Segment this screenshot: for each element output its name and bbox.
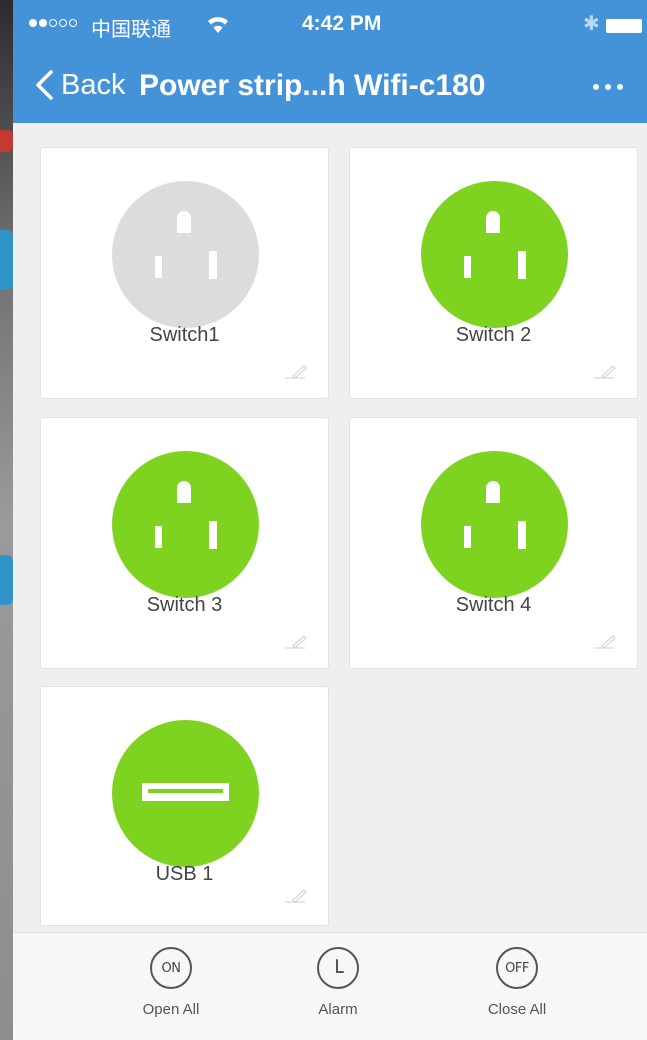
more-dot-icon [593,84,599,90]
status-time: 4:42 PM [302,12,382,35]
more-options-button[interactable] [593,84,623,90]
background-app-edge [0,0,13,1040]
background-edge-mark [0,555,13,605]
bottom-toolbar: ON Open All Alarm OFF Close All [13,932,647,1040]
open-all-button[interactable]: ON Open All [116,947,226,1018]
status-bar: 中国联通 4:42 PM ✱ [13,0,647,52]
edit-pencil-icon[interactable] [283,633,309,651]
back-label: Back [61,68,126,101]
power-outlet-icon[interactable] [421,451,568,598]
power-outlet-icon[interactable] [112,181,259,328]
navigation-bar: Back Power strip...h Wifi-c180 [13,52,647,123]
edit-pencil-icon[interactable] [283,363,309,381]
open-all-label: Open All [142,1001,200,1018]
page-title: Power strip...h Wifi-c180 [139,69,486,102]
carrier-name: 中国联通 [91,19,171,41]
app-screen: 中国联通 4:42 PM ✱ Back Power strip...h Wifi… [13,0,647,1040]
power-outlet-icon[interactable] [421,181,568,328]
alarm-button[interactable]: Alarm [283,947,393,1018]
chevron-left-icon [36,70,53,100]
off-icon: OFF [496,947,538,989]
close-all-label: Close All [487,1001,547,1018]
switch-card-1[interactable]: Switch1 [40,147,329,399]
switch-label: Switch 2 [455,324,532,346]
clock-icon [317,947,359,989]
background-edge-mark [0,230,13,290]
switch-label: Switch 4 [455,594,532,616]
app-header: 中国联通 4:42 PM ✱ Back Power strip...h Wifi… [13,0,647,123]
battery-icon [606,19,642,33]
wifi-icon [208,17,228,33]
edit-pencil-icon[interactable] [592,363,618,381]
switch-label: Switch1 [149,324,220,346]
usb-port-icon[interactable] [112,720,259,867]
signal-strength-icon [29,19,77,27]
alarm-label: Alarm [318,1001,358,1018]
switch-card-3[interactable]: Switch 3 [40,417,329,669]
on-icon: ON [150,947,192,989]
switch-card-4[interactable]: Switch 4 [349,417,638,669]
usb-card-1[interactable]: USB 1 [40,686,329,926]
power-outlet-icon[interactable] [112,451,259,598]
more-dot-icon [617,84,623,90]
background-edge-mark [0,130,13,152]
switch-label: USB 1 [155,863,214,885]
switch-card-2[interactable]: Switch 2 [349,147,638,399]
back-button[interactable]: Back [33,65,125,105]
edit-pencil-icon[interactable] [283,887,309,905]
more-dot-icon [605,84,611,90]
bluetooth-icon: ✱ [583,13,600,35]
switch-label: Switch 3 [146,594,223,616]
close-all-button[interactable]: OFF Close All [462,947,572,1018]
edit-pencil-icon[interactable] [592,633,618,651]
